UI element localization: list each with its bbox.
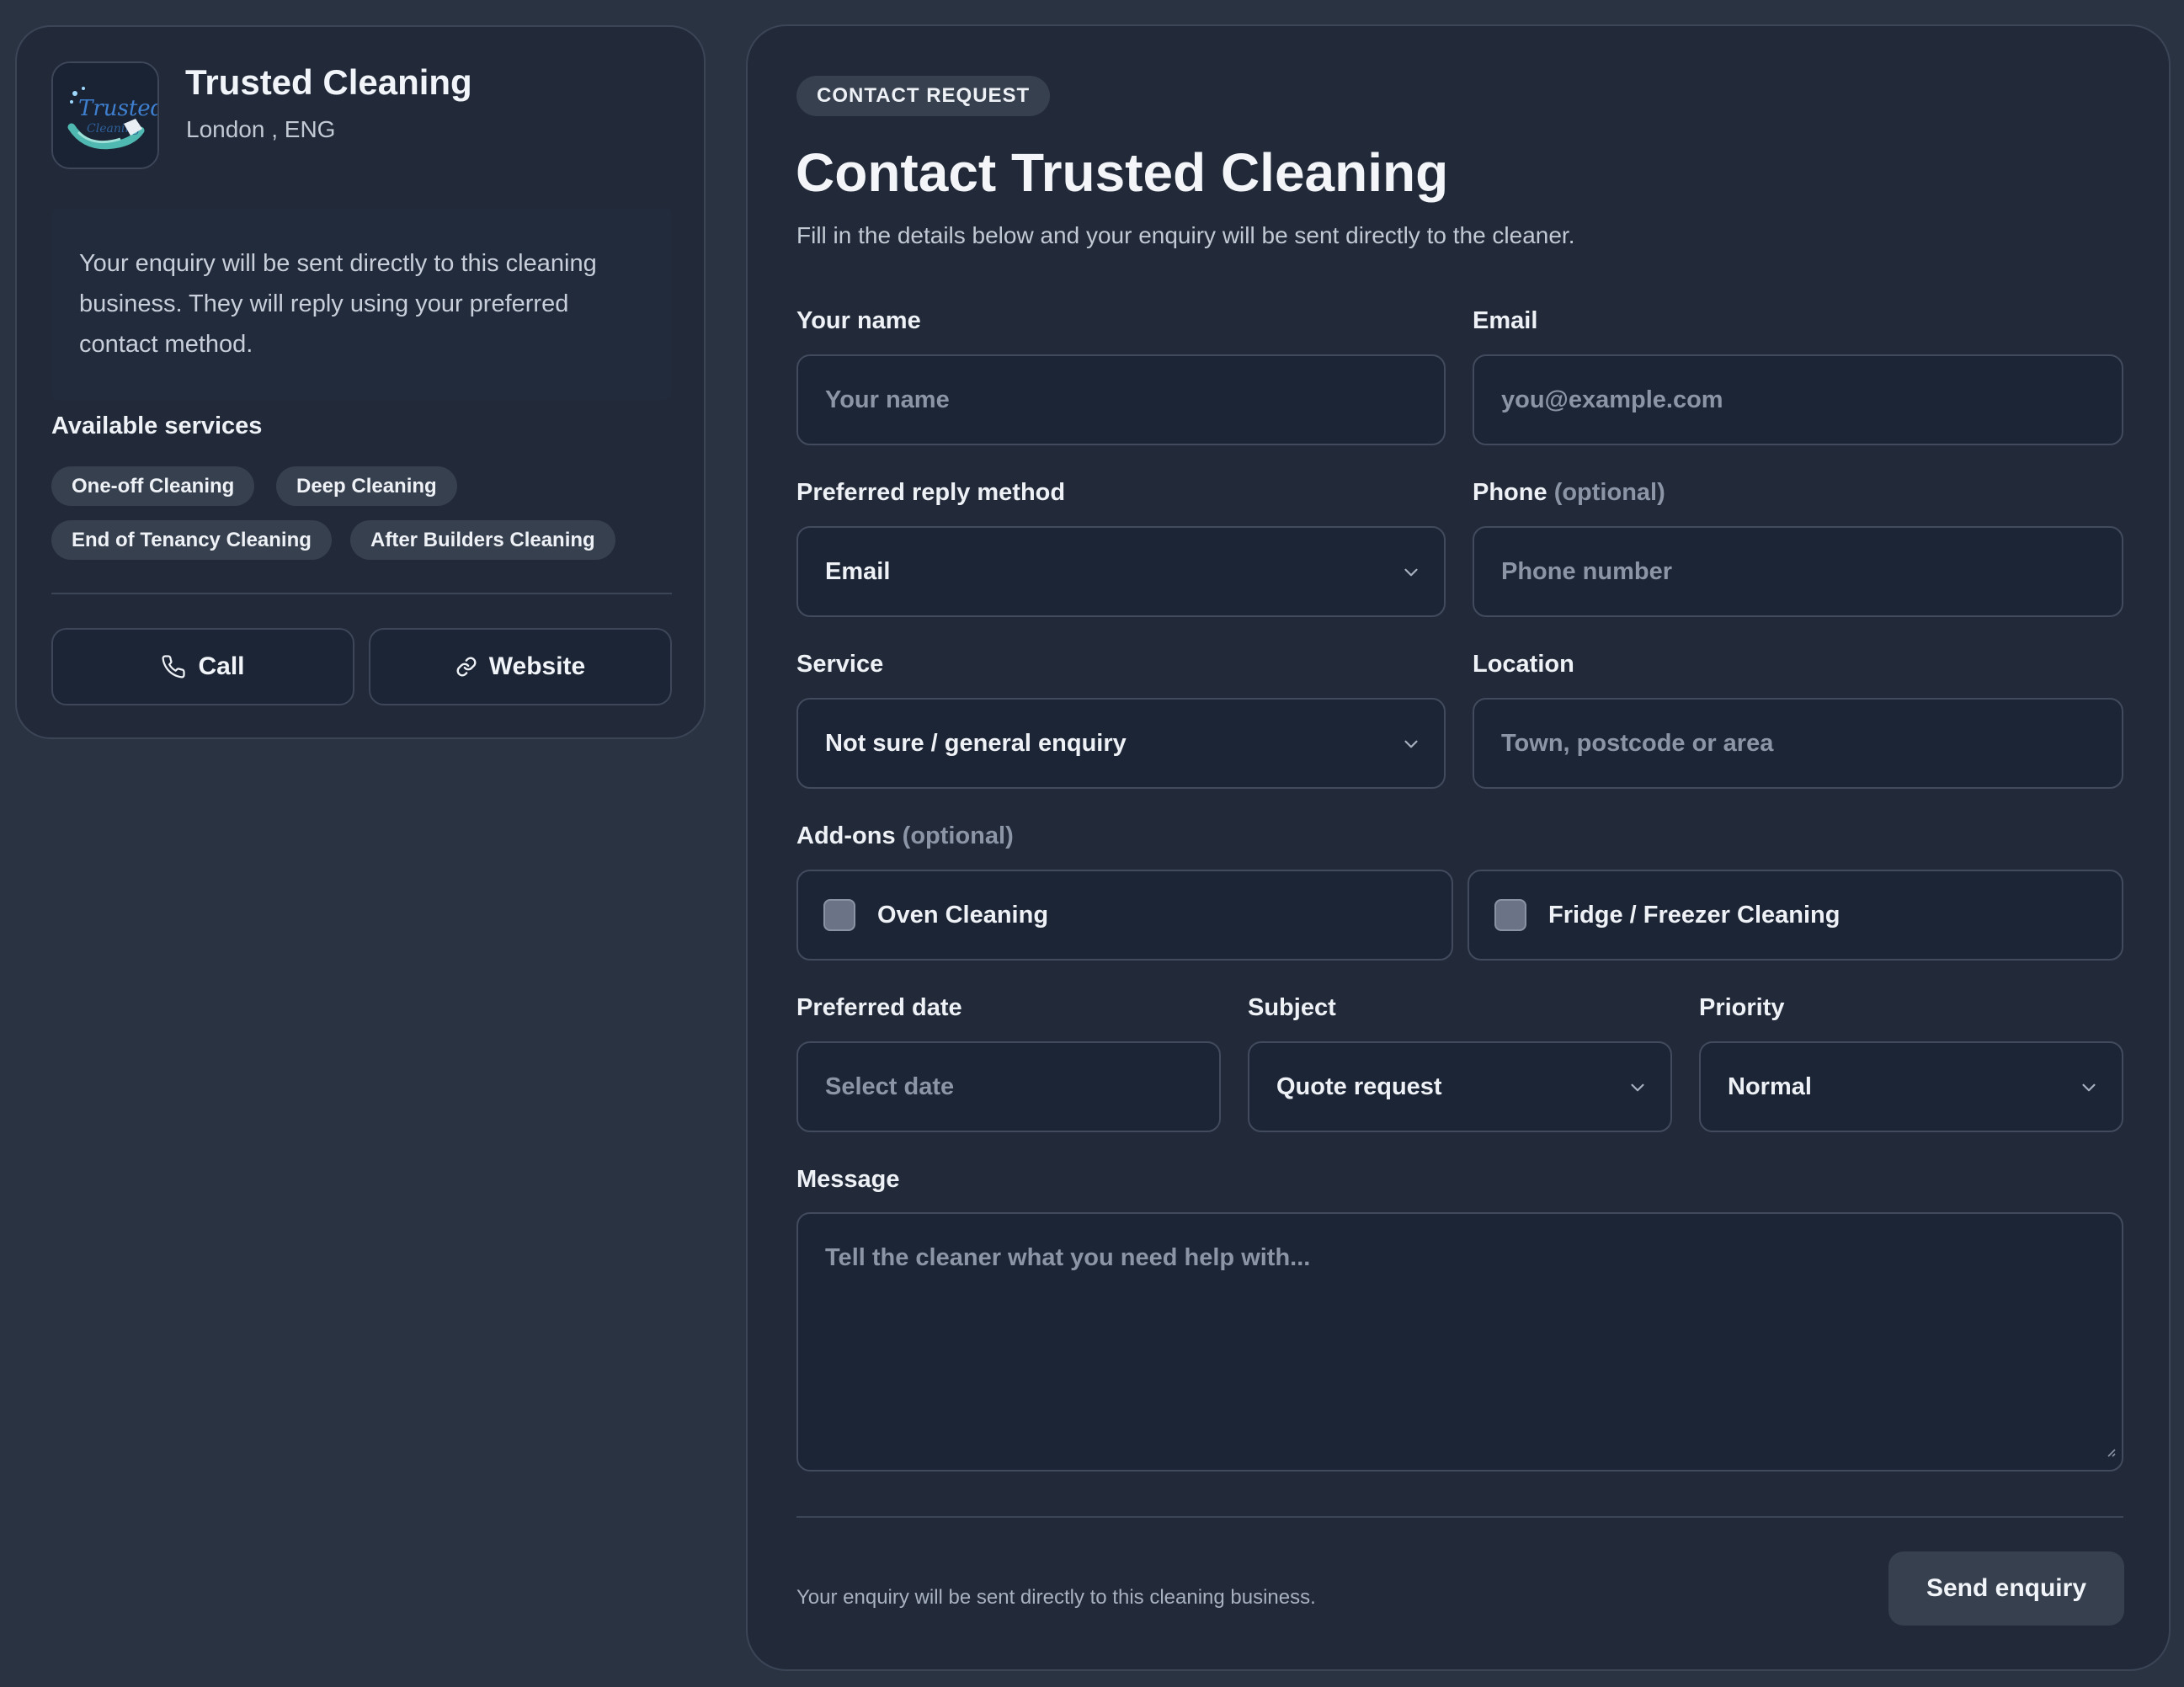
- name-label: Your name: [796, 307, 921, 334]
- service-chip: Deep Cleaning: [276, 466, 457, 506]
- date-input[interactable]: Select date: [796, 1041, 1221, 1132]
- svg-text:Trusted: Trusted: [78, 96, 159, 121]
- optional-hint: (optional): [902, 822, 1014, 849]
- business-logo: Trusted Cleaning: [51, 61, 159, 169]
- addon-oven-cleaning[interactable]: Oven Cleaning: [796, 870, 1453, 961]
- message-textarea[interactable]: Tell the cleaner what you need help with…: [796, 1212, 2123, 1471]
- contact-form-panel: CONTACT REQUEST Contact Trusted Cleaning…: [746, 24, 2171, 1671]
- message-placeholder: Tell the cleaner what you need help with…: [825, 1244, 1311, 1271]
- addon-fridge-freezer-cleaning[interactable]: Fridge / Freezer Cleaning: [1468, 870, 2123, 961]
- location-label: Location: [1473, 651, 1574, 678]
- contact-request-badge: CONTACT REQUEST: [796, 76, 1051, 116]
- service-label: Service: [796, 651, 884, 678]
- chevron-down-icon: [1627, 1077, 1649, 1105]
- name-input[interactable]: Your name: [796, 354, 1446, 445]
- chevron-down-icon: [1400, 561, 1422, 590]
- date-label: Preferred date: [796, 994, 962, 1021]
- reply-method-select[interactable]: Email: [796, 526, 1446, 617]
- phone-icon: [161, 654, 186, 679]
- call-label: Call: [198, 652, 245, 680]
- addons-label: Add-ons (optional): [796, 822, 1014, 849]
- call-button[interactable]: Call: [51, 628, 354, 705]
- send-enquiry-button[interactable]: Send enquiry: [1888, 1551, 2124, 1626]
- services-heading: Available services: [51, 412, 263, 439]
- footer-note: Your enquiry will be sent directly to th…: [796, 1586, 1316, 1609]
- website-label: Website: [488, 652, 586, 680]
- service-select[interactable]: Not sure / general enquiry: [796, 698, 1446, 789]
- enquiry-info-note: Your enquiry will be sent directly to th…: [52, 208, 672, 400]
- checkbox[interactable]: [1494, 899, 1526, 931]
- subject-value: Quote request: [1276, 1072, 1442, 1100]
- priority-select[interactable]: Normal: [1699, 1041, 2123, 1132]
- phone-label: Phone (optional): [1473, 479, 1665, 506]
- reply-method-value: Email: [825, 557, 891, 585]
- addon-label: Fridge / Freezer Cleaning: [1548, 901, 1840, 929]
- link-icon: [455, 656, 477, 678]
- service-value: Not sure / general enquiry: [825, 729, 1127, 757]
- divider: [796, 1516, 2123, 1518]
- business-name: Trusted Cleaning: [185, 62, 472, 102]
- website-button[interactable]: Website: [369, 628, 672, 705]
- phone-input[interactable]: Phone number: [1473, 526, 2123, 617]
- priority-value: Normal: [1728, 1072, 1812, 1100]
- resize-handle-icon[interactable]: [2103, 1437, 2117, 1465]
- divider: [51, 593, 672, 594]
- page-title: Contact Trusted Cleaning: [796, 142, 1449, 203]
- priority-label: Priority: [1699, 994, 1785, 1021]
- service-chip: End of Tenancy Cleaning: [51, 520, 332, 560]
- chevron-down-icon: [1400, 733, 1422, 762]
- message-label: Message: [796, 1166, 900, 1193]
- optional-hint: (optional): [1553, 479, 1665, 506]
- location-input[interactable]: Town, postcode or area: [1473, 698, 2123, 789]
- email-label: Email: [1473, 307, 1538, 334]
- page-subtitle: Fill in the details below and your enqui…: [796, 222, 1575, 248]
- email-input[interactable]: you@example.com: [1473, 354, 2123, 445]
- service-chip: After Builders Cleaning: [350, 520, 615, 560]
- checkbox[interactable]: [823, 899, 855, 931]
- addon-label: Oven Cleaning: [877, 901, 1049, 929]
- chevron-down-icon: [2078, 1077, 2100, 1105]
- subject-select[interactable]: Quote request: [1248, 1041, 1672, 1132]
- business-card: Trusted Cleaning Trusted Cleaning London…: [15, 25, 706, 739]
- subject-label: Subject: [1248, 994, 1336, 1021]
- business-location: London , ENG: [186, 116, 336, 142]
- service-chip: One-off Cleaning: [51, 466, 255, 506]
- reply-method-label: Preferred reply method: [796, 479, 1066, 506]
